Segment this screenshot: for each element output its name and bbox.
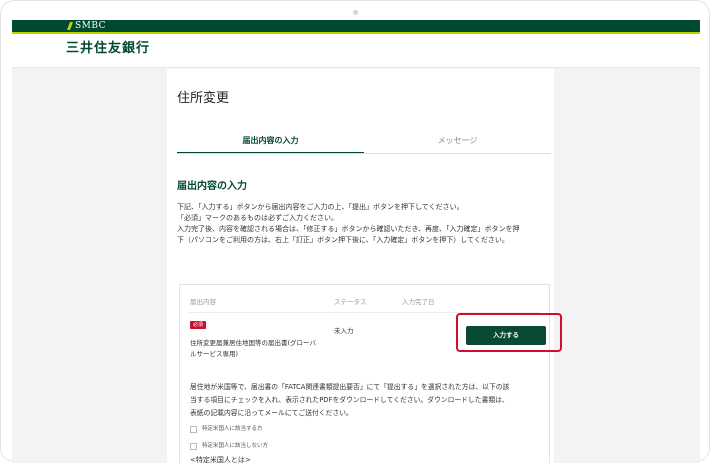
form-item-name: 住所変更届兼居住地国等の届出書(グローバ ルサービス専用): [190, 338, 330, 360]
fatca-note-line: 当する項目にチェックを入れ、表示されたPDFをダウンロードしてください。ダウンロ…: [190, 396, 509, 404]
column-header-completed-date: 入力完了日: [402, 298, 435, 306]
form-item-name-line: ルサービス専用): [190, 350, 239, 358]
site-header: 三井住友銀行: [12, 34, 700, 68]
camera-dot: [353, 10, 358, 15]
form-list-card: 届出内容 ステータス 入力完了日 必須 住所変更届兼居住地国等の届出書(グローバ…: [179, 284, 562, 463]
browser-screen: SMBC 三井住友銀行 住所変更 届出内容の入力 メッセージ 届出内容の入力 下…: [12, 20, 700, 463]
description-line: 「必須」マークのあるものは必ずご入力ください。: [177, 214, 338, 222]
page-title: 住所変更: [177, 91, 230, 106]
checkbox-label[interactable]: 特定米国人に該当する方: [202, 425, 263, 434]
tab-message[interactable]: メッセージ: [364, 134, 551, 154]
checkbox-label[interactable]: 特定米国人に該当しない方: [202, 442, 268, 451]
tablet-frame: SMBC 三井住友銀行 住所変更 届出内容の入力 メッセージ 届出内容の入力 下…: [0, 0, 710, 463]
checkbox[interactable]: [190, 443, 197, 450]
fatca-note-line: 居住地が米国等で、届出書の「FATCA関連書類提出要否」にて「提出する」を選択さ…: [190, 383, 510, 391]
required-badge: 必須: [190, 321, 206, 329]
section-title: 届出内容の入力: [177, 181, 247, 192]
description-line: 下（パソコンをご利用の方は、右上「訂正」ボタン押下後に、「入力確定」ボタンを押下…: [177, 236, 509, 244]
input-button[interactable]: 入力する: [466, 326, 546, 345]
status-text: 未入力: [334, 327, 354, 335]
highlight-frame: 入力する: [456, 313, 562, 352]
checkbox[interactable]: [190, 426, 197, 433]
description-line: 入力完了後、内容を確認される場合は、「修正する」ボタンから確認いただき、再度、「…: [177, 225, 520, 233]
step-tabs: 届出内容の入力 メッセージ: [177, 134, 551, 154]
smbc-logo-text: SMBC: [75, 21, 107, 31]
tab-divider: [177, 153, 551, 154]
tab-input[interactable]: 届出内容の入力: [177, 134, 364, 154]
smbc-logo-icon: [67, 22, 73, 30]
bank-name[interactable]: 三井住友銀行: [66, 41, 150, 57]
description-line: 下記、「入力する」ボタンから届出内容をご入力の上、「提出」ボタンを押下してくださ…: [177, 203, 464, 211]
top-brand-bar: SMBC: [12, 20, 700, 32]
column-header-status: ステータス: [334, 298, 367, 306]
column-header-item: 届出内容: [190, 298, 216, 306]
form-item-name-line: 住所変更届兼居住地国等の届出書(グローバ: [190, 339, 316, 347]
fatca-note-line: 表紙の記載内容に沿ってメールにてご送付ください。: [190, 409, 353, 417]
main-content: 住所変更 届出内容の入力 メッセージ 届出内容の入力 下記、「入力する」ボタンか…: [167, 69, 562, 463]
